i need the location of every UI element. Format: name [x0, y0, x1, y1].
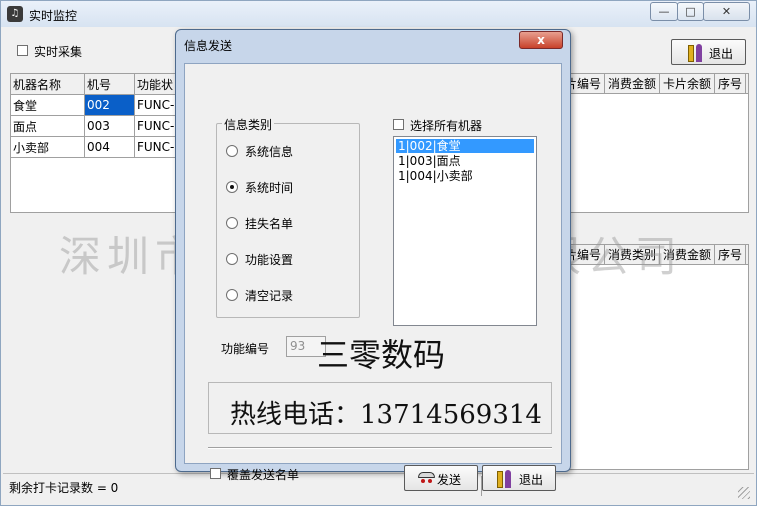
dialog-title: 信息发送: [184, 39, 233, 53]
exit-door-icon: [688, 43, 704, 63]
maximize-button[interactable]: □: [677, 2, 704, 21]
send-button-label: 发送: [437, 473, 462, 487]
upper-grid-header: 片编号 消费金额 卡片余额 序号: [561, 73, 749, 94]
machine-name-cell[interactable]: 小卖部: [10, 136, 85, 158]
table-row[interactable]: 面点 003 FUNC-: [10, 115, 185, 137]
column-header-amount[interactable]: 消费金额: [605, 74, 661, 93]
minimize-button[interactable]: —: [650, 2, 678, 21]
realtime-collect-checkbox[interactable]: [17, 45, 28, 56]
radio-label: 挂失名单: [245, 217, 294, 231]
dialog-exit-button[interactable]: 退出: [482, 465, 556, 491]
select-all-machines-checkbox[interactable]: [393, 119, 404, 130]
table-row[interactable]: 小卖部 004 FUNC-: [10, 136, 185, 158]
machine-table: 机器名称 机号 功能状 食堂 002 FUNC- 面点 003 FUNC- 小卖…: [10, 73, 185, 158]
radio-circle[interactable]: [226, 145, 238, 157]
column-header-machine-name[interactable]: 机器名称: [10, 73, 85, 95]
column-header-balance[interactable]: 卡片余额: [660, 74, 716, 93]
overwrite-send-list-label: 覆盖发送名单: [227, 468, 300, 482]
table-row[interactable]: 食堂 002 FUNC-: [10, 94, 185, 116]
brand-text: 三零数码: [317, 336, 446, 374]
info-type-legend: 信息类别: [222, 116, 275, 133]
radio-circle[interactable]: [226, 289, 238, 301]
radio-label: 系统时间: [245, 181, 294, 195]
exit-button-label: 退出: [709, 47, 734, 61]
radio-circle[interactable]: [226, 253, 238, 265]
column-header-machine-no[interactable]: 机号: [84, 73, 135, 95]
remaining-records-status: 剩余打卡记录数 = 0: [9, 481, 119, 495]
dialog-body: 信息类别 系统信息 系统时间 挂失名单 功能设置 清空记录 选择所有机器 1|0…: [184, 63, 562, 491]
overwrite-send-list-checkbox[interactable]: [210, 468, 221, 479]
window-title: 实时监控: [29, 9, 78, 23]
radio-label: 清空记录: [245, 289, 294, 303]
status-bar: 剩余打卡记录数 = 0: [3, 473, 754, 497]
machine-name-cell[interactable]: 面点: [10, 115, 85, 137]
radio-label: 系统信息: [245, 145, 294, 159]
info-send-dialog: 信息发送 x 信息类别 系统信息 系统时间 挂失名单 功能设置 清空记录 选择所…: [175, 29, 571, 491]
realtime-collect-label: 实时采集: [34, 45, 83, 59]
list-item[interactable]: 1|004|小卖部: [396, 169, 475, 183]
radio-circle[interactable]: [226, 217, 238, 229]
machine-listbox[interactable]: 1|002|食堂 1|003|面点 1|004|小卖部: [393, 136, 537, 326]
send-icon: [418, 472, 435, 486]
hotline-panel: 热线电话：13714569314: [208, 382, 552, 434]
radio-label: 功能设置: [245, 253, 294, 267]
resize-grip[interactable]: [738, 487, 750, 499]
machine-name-cell[interactable]: 食堂: [10, 94, 85, 116]
column-header-seq[interactable]: 序号: [715, 245, 747, 264]
machine-no-cell[interactable]: 003: [84, 115, 135, 137]
close-window-button[interactable]: ✕: [703, 2, 750, 21]
machine-no-cell[interactable]: 004: [84, 136, 135, 158]
radio-circle[interactable]: [226, 181, 238, 193]
divider: [208, 447, 552, 449]
column-header-seq[interactable]: 序号: [715, 74, 747, 93]
list-item[interactable]: 1|003|面点: [396, 154, 463, 168]
send-button[interactable]: 发送: [404, 465, 478, 491]
hotline-text: 热线电话：13714569314: [230, 400, 542, 430]
machine-no-cell[interactable]: 002: [84, 94, 135, 116]
app-icon: ♫: [7, 6, 23, 22]
dialog-close-button[interactable]: x: [519, 31, 563, 49]
select-all-machines-label: 选择所有机器: [410, 119, 483, 133]
main-titlebar: ♫ 实时监控 — □ ✕: [1, 1, 756, 27]
dialog-exit-button-label: 退出: [519, 473, 544, 487]
exit-door-icon: [497, 469, 513, 489]
function-number-label: 功能编号: [221, 342, 270, 356]
list-item[interactable]: 1|002|食堂: [396, 139, 534, 153]
info-type-group: 信息类别 系统信息 系统时间 挂失名单 功能设置 清空记录: [216, 116, 360, 318]
exit-button[interactable]: 退出: [671, 39, 746, 65]
